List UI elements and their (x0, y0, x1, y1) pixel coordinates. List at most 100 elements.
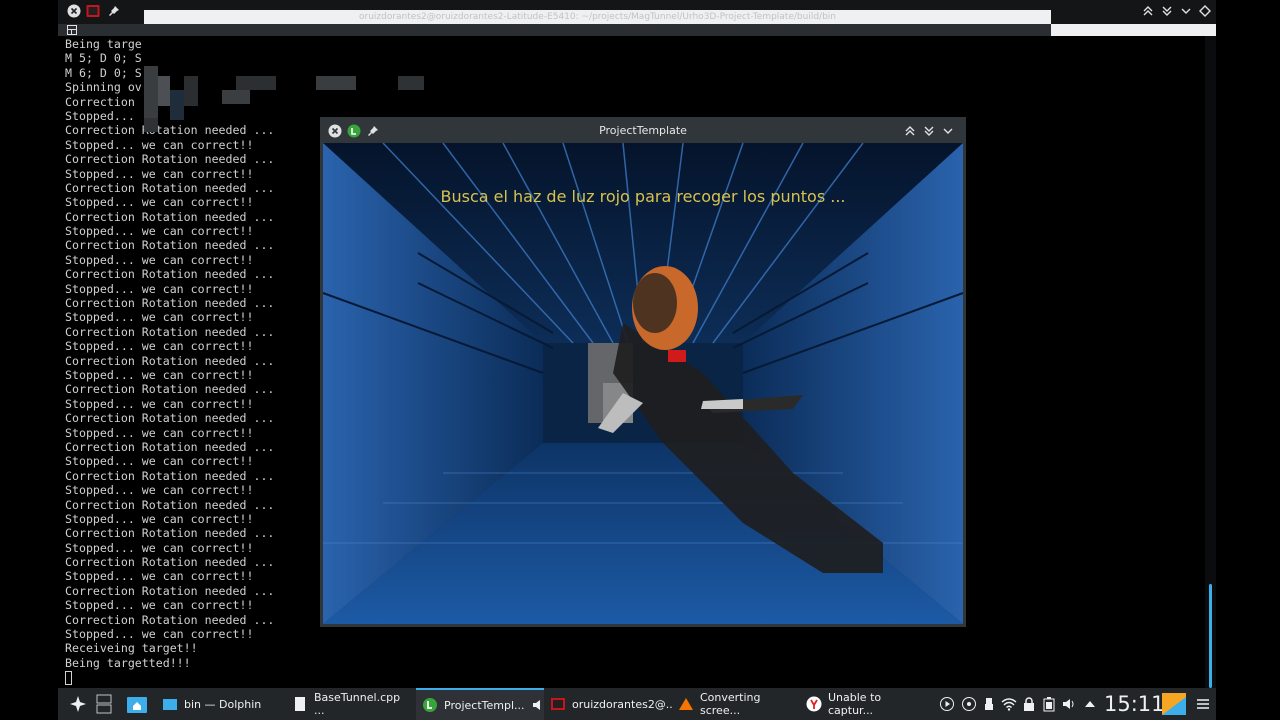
clock[interactable]: 15:11 (1104, 688, 1165, 720)
task-label: bin — Dolphin (184, 697, 262, 711)
terminal-line: Correction Rotation needed ... (65, 497, 275, 512)
game-hint-text: Busca el haz de luz rojo para recoger lo… (440, 187, 846, 206)
terminal-line: Correction Rotation needed ... (65, 238, 275, 253)
battery-icon[interactable] (1041, 696, 1057, 712)
terminal-line: Receiveing target!! (65, 641, 198, 656)
updates-icon[interactable] (961, 696, 977, 712)
redaction-block (158, 76, 170, 106)
terminal-line: Correction Rotation needed ... (65, 123, 275, 138)
task-projecttemplate[interactable]: ProjectTempl... (416, 688, 544, 720)
terminal-line: Correction Rotation needed ... (65, 209, 275, 224)
terminal-titlebar[interactable]: oruizdorantes2@oruizdorantes2-Latitude-E… (58, 0, 1216, 24)
close-icon[interactable] (67, 4, 81, 18)
scrollbar-thumb[interactable] (1209, 584, 1212, 688)
task-converter[interactable]: Converting scree... (672, 688, 800, 720)
terminal-line: Correction Rotation needed ... (65, 439, 275, 454)
terminal-menubar (58, 24, 1216, 36)
keep-below-icon[interactable] (922, 124, 936, 138)
terminal-line: Stopped... we can correct!! (65, 166, 254, 181)
terminal-app-icon (86, 5, 100, 17)
browser-icon (806, 696, 822, 712)
terminal-cursor (65, 671, 72, 685)
tunnel-scene (323, 143, 963, 624)
terminal-scrollbar[interactable] (1205, 36, 1216, 688)
lock-icon[interactable] (1021, 696, 1037, 712)
game-viewport[interactable]: Busca el haz de luz rojo para recoger lo… (323, 143, 963, 624)
terminal-line: Correction Rotation needed ... (65, 353, 275, 368)
redaction-block (316, 76, 356, 90)
letterbox-right (1222, 0, 1280, 720)
terminal-line: Correction Rotation needed ... (65, 411, 275, 426)
terminal-line: Correction Rotation needed ... (65, 267, 275, 282)
terminal-line: Being targe (65, 37, 142, 51)
terminal-icon (551, 698, 565, 710)
document-icon (295, 697, 305, 711)
task-browser[interactable]: Unable to captur... (800, 688, 928, 720)
terminal-line: Stopped... we can correct!! (65, 425, 254, 440)
redaction-block (184, 76, 198, 106)
redaction-block (236, 76, 276, 90)
pager-icon[interactable] (96, 694, 112, 714)
task-label: ProjectTempl... (444, 698, 525, 712)
volume-icon[interactable] (1061, 696, 1077, 712)
terminal-line: Stopped... we can correct!! (65, 281, 254, 296)
task-label: BaseTunnel.cpp ... (314, 691, 401, 717)
minimize-icon[interactable] (1179, 4, 1193, 18)
app-icon (423, 698, 437, 712)
task-label: Converting scree... (700, 691, 761, 717)
minimize-icon[interactable] (941, 124, 955, 138)
terminal-line: Stopped... we can correct!! (65, 483, 254, 498)
terminal-output: Being targe M 5; D 0; SM 6; D 0; S Spinnin… (65, 37, 274, 670)
terminal-line: Stopped... we can correct!! (65, 195, 254, 210)
terminal-line: Being targetted!!! (65, 655, 191, 670)
redaction-block (398, 76, 424, 90)
maximize-icon[interactable] (1198, 4, 1212, 18)
keep-above-icon[interactable] (1141, 4, 1155, 18)
terminal-line: Stopped... we can correct!! (65, 627, 254, 642)
terminal-line: Correction Rotation needed ... (65, 583, 275, 598)
terminal-line: Stopped... we can correct!! (65, 224, 254, 239)
terminal-line: Stopped... we can correct!! (65, 396, 254, 411)
task-terminal[interactable]: oruizdorantes2@... (544, 688, 672, 720)
terminal-line: Correction Rotation needed ... (65, 180, 275, 195)
terminal-line: Stopped... we can correct!! (65, 137, 254, 152)
usb-icon[interactable] (981, 696, 997, 712)
terminal-line: Correction Rotation needed ... (65, 526, 275, 541)
terminal-line: Stopped... we can correct!! (65, 367, 254, 382)
terminal-line: Stopped... we can correct!! (65, 454, 254, 469)
terminal-line: Correction Rotation needed ... (65, 324, 275, 339)
game-window[interactable]: ProjectTemplate Busca el haz de luz rojo… (320, 117, 966, 627)
speaker-icon[interactable] (531, 697, 545, 713)
terminal-line: Correction Rotation needed ... (65, 612, 275, 627)
terminal-line: Correction Rotation needed ... (65, 468, 275, 483)
terminal-line: Correction Rotation needed ... (65, 555, 275, 570)
game-titlebar[interactable]: ProjectTemplate (320, 117, 966, 143)
terminal-line: Stopped... we can correct!! (65, 339, 254, 354)
show-desktop-icon[interactable] (1162, 693, 1186, 715)
tray-expand-icon[interactable] (1082, 696, 1098, 712)
terminal-line: Stopped... we can correct!! (65, 511, 254, 526)
taskbar: bin — Dolphin BaseTunnel.cpp ... Project… (58, 688, 1216, 720)
menu-icon[interactable] (67, 25, 77, 35)
terminal-title-text: oruizdorantes2@oruizdorantes2-Latitude-E… (144, 10, 1051, 24)
letterbox-left (0, 0, 58, 720)
task-label: oruizdorantes2@... (572, 697, 672, 711)
panel-menu-icon[interactable] (1195, 696, 1211, 712)
pin-icon[interactable] (107, 4, 121, 18)
terminal-line: Correction Rotation needed ... (65, 152, 275, 167)
menubar-strip (1051, 24, 1216, 36)
converter-icon (679, 698, 693, 710)
game-window-title: ProjectTemplate (599, 124, 687, 137)
home-folder-icon[interactable] (126, 694, 148, 714)
app-launcher-icon[interactable] (68, 694, 88, 714)
terminal-line: Correction Rotation needed ... (65, 296, 275, 311)
folder-icon (163, 699, 177, 710)
terminal-line: Correction Rotation needed ... (65, 382, 275, 397)
redaction-block (222, 90, 250, 104)
keep-below-icon[interactable] (1160, 4, 1174, 18)
task-basetunnel[interactable]: BaseTunnel.cpp ... (286, 688, 414, 720)
wifi-icon[interactable] (1001, 696, 1017, 712)
task-dolphin[interactable]: bin — Dolphin (156, 688, 284, 720)
keep-above-icon[interactable] (903, 124, 917, 138)
media-play-icon[interactable] (939, 696, 955, 712)
